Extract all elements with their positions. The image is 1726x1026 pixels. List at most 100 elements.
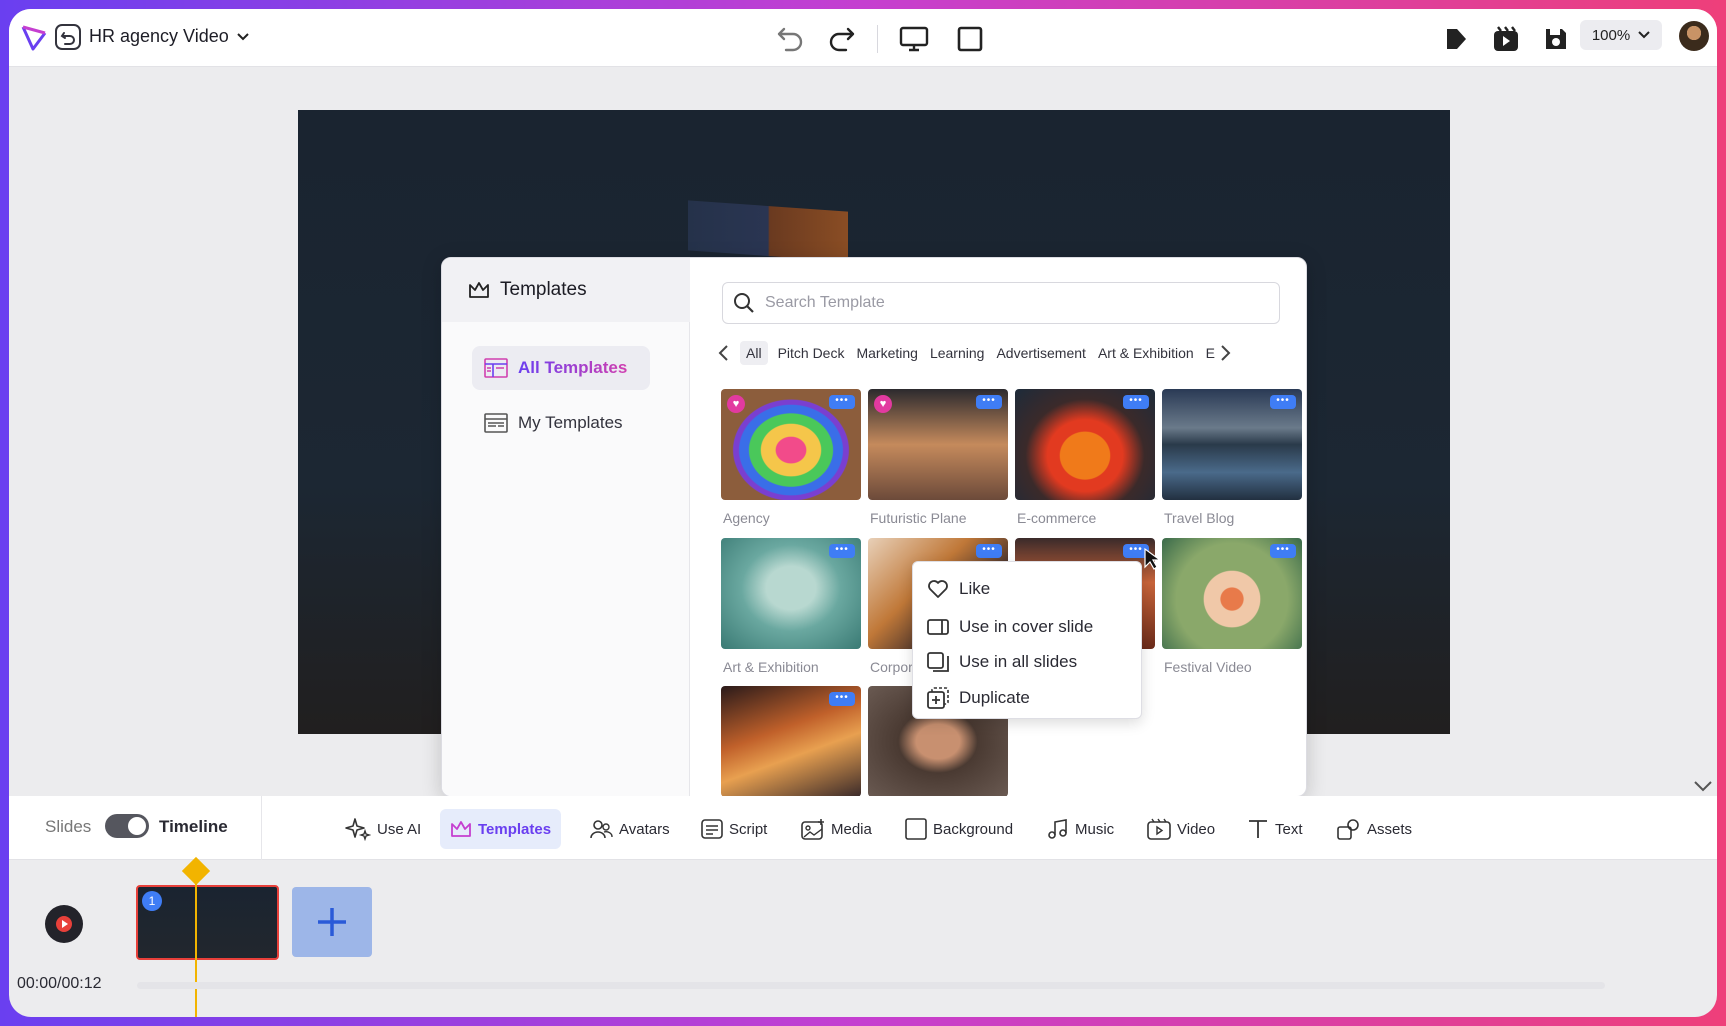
template-card-e-commerce[interactable]: ••• [1015,389,1155,500]
duplicate-icon [927,687,949,709]
project-title: HR agency Video [89,26,229,46]
liked-heart-icon[interactable]: ♥ [874,395,892,413]
undo-button[interactable] [773,22,807,56]
category-tab-learning[interactable]: Learning [924,341,991,365]
save-button[interactable] [1539,22,1573,56]
nav-my-templates[interactable]: My Templates [472,401,650,445]
divider [877,25,878,53]
square-view-button[interactable] [953,22,987,56]
background-icon [905,818,927,840]
playhead-line[interactable] [195,867,197,1017]
app-logo-icon[interactable] [19,23,49,53]
more-options-button[interactable]: ••• [829,692,855,706]
template-search[interactable] [722,282,1280,324]
slides-timeline-toggle[interactable] [105,814,149,838]
zoom-level: 100% [1591,26,1631,44]
zoom-dropdown[interactable]: 100% [1580,20,1662,50]
menu-item-use-in-cover-slide[interactable]: Use in cover slide [927,612,1093,642]
more-options-button[interactable]: ••• [976,544,1002,558]
template-label: Art & Exhibition [723,659,819,675]
template-card-travel-blog[interactable]: ••• [1162,389,1302,500]
tool-templates[interactable]: Templates [440,809,562,849]
user-avatar[interactable] [1679,21,1709,51]
assets-icon [1337,819,1359,840]
template-card-agency[interactable]: ♥ ••• [721,389,861,500]
my-templates-icon [484,413,508,433]
timeline-scrollbar[interactable] [137,982,1605,989]
category-tab-advertisement[interactable]: Advertisement [990,341,1091,365]
mouse-cursor-icon [1144,547,1162,570]
templates-panel-title: Templates [500,279,587,300]
template-card-futuristic-plane[interactable]: ♥ ••• [868,389,1008,500]
menu-item-label: Use in cover slide [959,617,1094,636]
bottom-toolbar: Slides Timeline Use AI Templates Avatars… [9,796,1717,860]
tool-text[interactable]: Text [1237,809,1313,849]
desktop-view-button[interactable] [897,22,931,56]
redo-button[interactable] [825,22,859,56]
tool-media[interactable]: Media [791,809,882,849]
templates-sidebar: Templates All Templates My Templates [442,258,690,796]
more-options-button[interactable]: ••• [1270,544,1296,558]
template-label: E-commerce [1017,510,1097,526]
more-options-button[interactable]: ••• [829,544,855,558]
tool-label: Media [831,820,872,838]
tool-script[interactable]: Script [691,809,777,849]
template-card-writing[interactable]: ••• [721,686,861,796]
mode-slides-label[interactable]: Slides [45,817,91,837]
nav-all-templates[interactable]: All Templates [472,346,650,390]
tool-background[interactable]: Background [895,809,1023,849]
template-card-art-exhibition[interactable]: ••• [721,538,861,649]
template-card-festival-video[interactable]: ••• [1162,538,1302,649]
media-icon [801,819,824,840]
collapse-chevron-icon[interactable] [1692,775,1714,797]
crown-icon [469,282,489,298]
tool-avatars[interactable]: Avatars [579,809,680,849]
category-tab-e[interactable]: E [1200,341,1215,365]
text-icon [1249,820,1267,838]
more-options-button[interactable]: ••• [1270,395,1296,409]
tool-assets[interactable]: Assets [1327,809,1422,849]
category-tab-art-exhibition[interactable]: Art & Exhibition [1092,341,1200,365]
search-input[interactable] [765,294,1245,312]
record-button[interactable] [1489,22,1523,56]
chevron-right-icon[interactable] [1215,343,1235,363]
tool-label: Background [933,820,1014,838]
save-icon [1546,29,1566,49]
more-options-button[interactable]: ••• [829,395,855,409]
add-slide-button[interactable] [292,887,372,957]
mode-timeline-label[interactable]: Timeline [159,817,228,837]
tool-video[interactable]: Video [1137,809,1225,849]
template-label: Travel Blog [1164,510,1235,526]
timeline-play-button[interactable] [45,905,83,943]
script-icon [701,819,723,839]
category-tab-all[interactable]: All [740,341,768,365]
category-tab-marketing[interactable]: Marketing [850,341,923,365]
more-options-button[interactable]: ••• [1123,395,1149,409]
play-icon [56,916,72,932]
tool-label: Use AI [377,820,422,838]
menu-item-like[interactable]: Like [927,574,990,604]
cover-slide-icon [927,619,949,635]
menu-item-label: Use in all slides [959,652,1078,671]
tool-label: Script [729,820,768,838]
tool-use-ai[interactable]: Use AI [335,809,431,849]
back-icon[interactable] [53,22,83,52]
liked-heart-icon[interactable]: ♥ [727,395,745,413]
project-title-dropdown[interactable]: HR agency Video [89,26,249,47]
music-icon [1048,819,1067,839]
tool-label: Assets [1367,820,1413,838]
menu-item-duplicate[interactable]: Duplicate [927,683,1030,713]
category-tab-pitch-deck[interactable]: Pitch Deck [772,341,851,365]
chevron-left-icon[interactable] [714,343,734,363]
more-options-button[interactable]: ••• [976,395,1002,409]
slide-clip[interactable]: 1 [136,885,279,960]
tool-music[interactable]: Music [1037,809,1124,849]
monitor-icon [899,26,929,52]
preview-button[interactable] [1439,22,1473,56]
tool-label: Avatars [619,820,670,838]
template-label: Agency [723,510,770,526]
undo-icon [777,27,803,52]
heart-icon [928,580,948,598]
playhead-handle[interactable] [181,856,211,886]
menu-item-use-in-all-slides[interactable]: Use in all slides [927,647,1077,677]
